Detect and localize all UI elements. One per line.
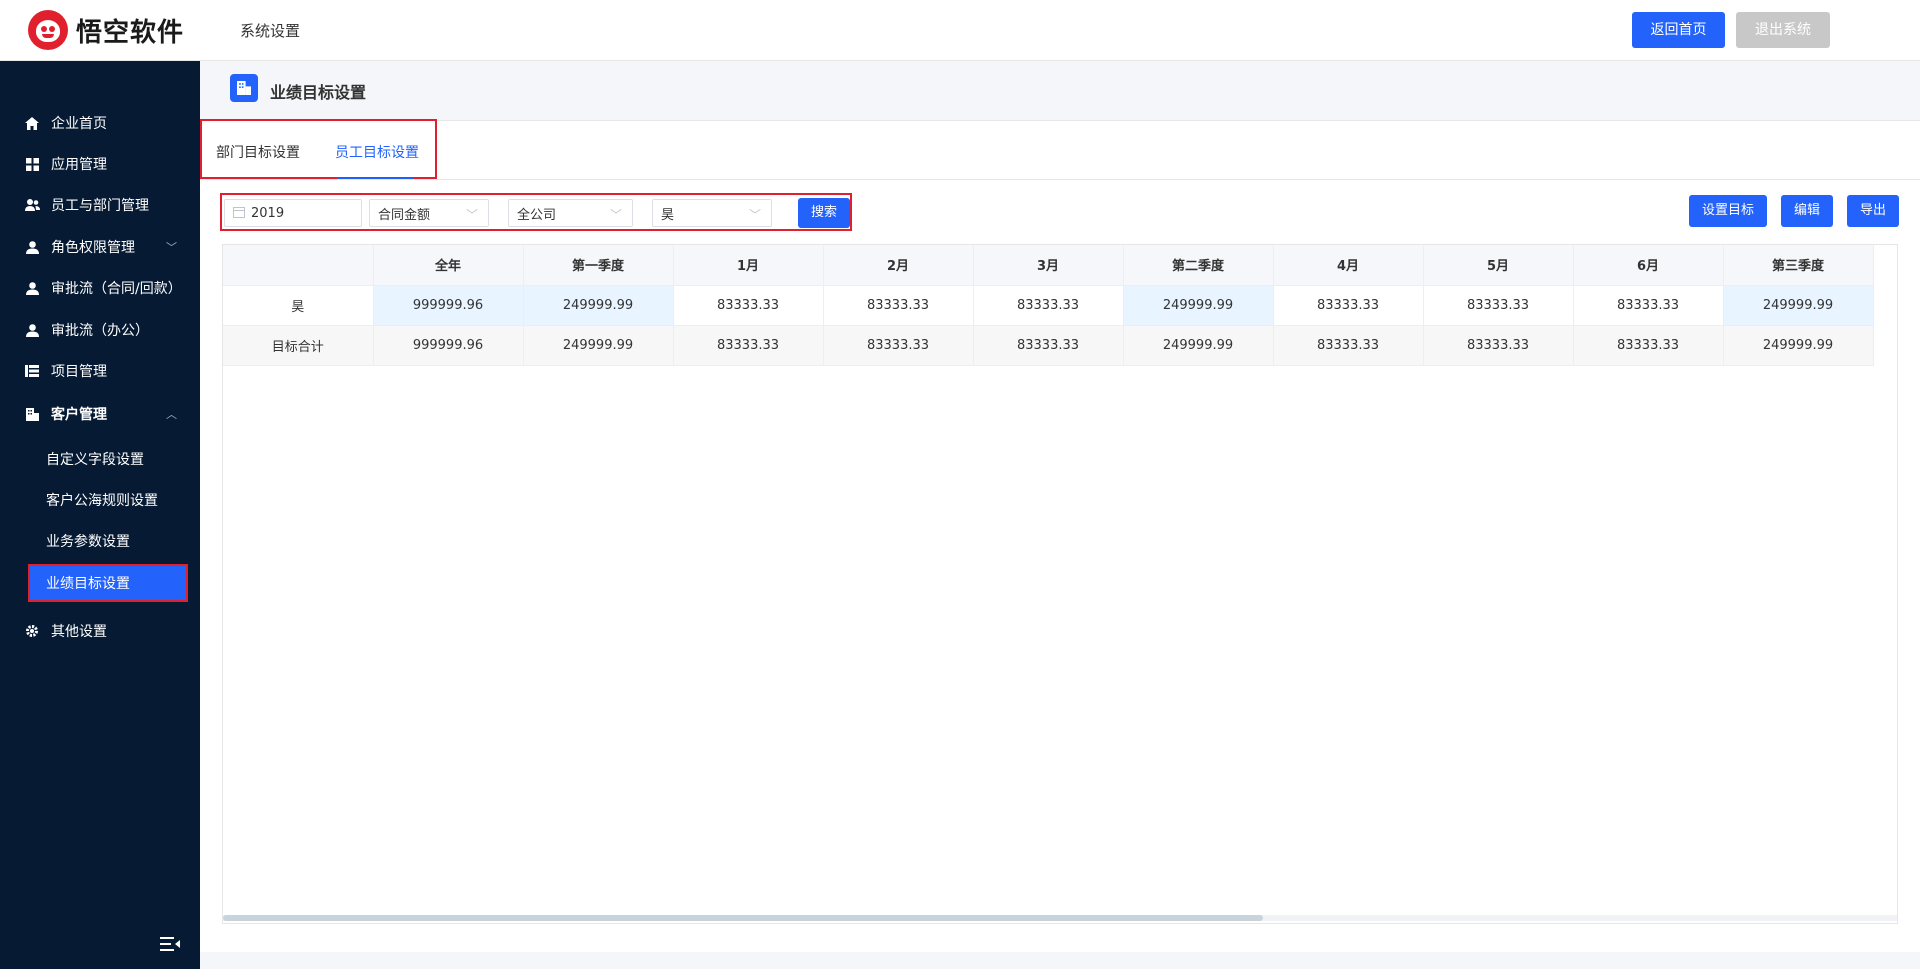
- main-panel: 部门目标设置 员工目标设置 2019 合同金额 ﹀ 全公司 ﹀ 昊 ﹀ 搜索 设…: [200, 119, 1920, 952]
- logo: 悟空软件: [28, 8, 184, 52]
- sidebar-item-employees[interactable]: 员工与部门管理: [0, 185, 200, 225]
- page-title: 业绩目标设置: [270, 83, 367, 102]
- scope-select[interactable]: 全公司 ﹀: [508, 199, 633, 227]
- row-name-cell: 昊: [223, 285, 374, 326]
- table-cell: 83333.33: [1423, 325, 1574, 366]
- filter-bar: 2019 合同金额 ﹀ 全公司 ﹀ 昊 ﹀ 搜索: [220, 193, 852, 231]
- table-cell[interactable]: 249999.99: [1123, 285, 1274, 326]
- table-cell: 83333.33: [673, 325, 824, 366]
- sidebar-item-approval-office[interactable]: 审批流（办公）: [0, 310, 200, 350]
- user-icon: [24, 280, 40, 296]
- table-cell: 249999.99: [1723, 325, 1874, 366]
- year-picker[interactable]: 2019: [224, 199, 362, 227]
- table-header-cell: 第二季度: [1123, 245, 1274, 286]
- sidebar-subitem-pool-rules[interactable]: 客户公海规则设置: [28, 481, 188, 519]
- table-header-cell: 5月: [1423, 245, 1574, 286]
- header-title: 系统设置: [240, 22, 301, 40]
- edit-button[interactable]: 编辑: [1781, 195, 1833, 227]
- chevron-down-icon: ﹀: [166, 241, 177, 254]
- goals-table: 全年 第一季度 1月 2月 3月 第二季度 4月 5月 6月 第三季度 昊 99…: [222, 244, 1898, 924]
- table-header-cell: 全年: [373, 245, 524, 286]
- tab-employee-goals[interactable]: 员工目标设置: [335, 142, 419, 162]
- table-header-cell: 1月: [673, 245, 824, 286]
- table-header-cell: 3月: [973, 245, 1124, 286]
- search-button[interactable]: 搜索: [798, 198, 850, 228]
- logo-monkey-icon: [28, 10, 68, 50]
- calendar-icon: [233, 206, 245, 222]
- tabs-divider: [200, 179, 1920, 180]
- employee-select[interactable]: 昊 ﹀: [652, 199, 772, 227]
- sidebar-item-projects[interactable]: 项目管理: [0, 351, 200, 391]
- table-cell[interactable]: 83333.33: [673, 285, 824, 326]
- table-cell: 83333.33: [1573, 325, 1724, 366]
- sidebar-item-other-settings[interactable]: 其他设置: [0, 611, 200, 651]
- table-header-cell: 6月: [1573, 245, 1724, 286]
- chevron-down-icon: ﹀: [748, 208, 761, 222]
- page-header: 业绩目标设置: [200, 61, 1920, 120]
- user-icon: [24, 322, 40, 338]
- row-name-cell: 目标合计: [223, 325, 374, 366]
- return-home-button[interactable]: 返回首页: [1632, 12, 1725, 48]
- chevron-down-icon: ﹀: [465, 208, 478, 222]
- home-icon: [24, 115, 40, 131]
- chevron-up-icon: ︿: [166, 408, 177, 421]
- users-icon: [24, 197, 40, 213]
- table-header-cell: 2月: [823, 245, 974, 286]
- table-header-cell: 第一季度: [523, 245, 674, 286]
- table-cell[interactable]: 249999.99: [523, 285, 674, 326]
- scrollbar-thumb[interactable]: [223, 915, 1263, 921]
- sidebar-item-approval-contract[interactable]: 审批流（合同/回款）: [0, 268, 200, 308]
- sidebar-subitem-custom-fields[interactable]: 自定义字段设置: [28, 440, 188, 478]
- chevron-down-icon: ﹀: [609, 208, 622, 222]
- table-header-cell: 4月: [1273, 245, 1424, 286]
- table-cell: 249999.99: [523, 325, 674, 366]
- table-cell: 249999.99: [1123, 325, 1274, 366]
- sidebar-item-roles[interactable]: 角色权限管理 ﹀: [0, 227, 200, 267]
- set-goal-button[interactable]: 设置目标: [1689, 195, 1767, 227]
- table-cell[interactable]: 83333.33: [823, 285, 974, 326]
- table-cell: 83333.33: [823, 325, 974, 366]
- sidebar-item-customers[interactable]: 客户管理 ︿: [0, 394, 200, 434]
- user-icon: [24, 239, 40, 255]
- table-cell[interactable]: 83333.33: [1573, 285, 1724, 326]
- logo-text: 悟空软件: [76, 17, 185, 48]
- sidebar-item-apps[interactable]: 应用管理: [0, 144, 200, 184]
- sidebar-subitem-performance-goals[interactable]: 业绩目标设置: [28, 564, 188, 602]
- table-header-row: 全年 第一季度 1月 2月 3月 第二季度 4月 5月 6月 第三季度: [223, 245, 1874, 286]
- table-cell[interactable]: 83333.33: [973, 285, 1124, 326]
- table-row[interactable]: 昊 999999.96 249999.99 83333.33 83333.33 …: [223, 285, 1874, 326]
- sidebar: 企业首页 应用管理 员工与部门管理 角色权限管理 ﹀ 审批流（合同/回款） 审批…: [0, 61, 200, 969]
- gear-icon: [24, 623, 40, 639]
- export-button[interactable]: 导出: [1847, 195, 1899, 227]
- table-cell[interactable]: 999999.96: [373, 285, 524, 326]
- table-cell: 83333.33: [973, 325, 1124, 366]
- metric-select[interactable]: 合同金额 ﹀: [369, 199, 489, 227]
- table-header-cell: [223, 245, 374, 286]
- table-cell: 999999.96: [373, 325, 524, 366]
- list-icon: [24, 363, 40, 379]
- table-cell[interactable]: 249999.99: [1723, 285, 1874, 326]
- tab-department-goals[interactable]: 部门目标设置: [216, 142, 300, 162]
- table-total-row: 目标合计 999999.96 249999.99 83333.33 83333.…: [223, 325, 1874, 366]
- top-header: 悟空软件 系统设置 返回首页 退出系统: [0, 0, 1920, 61]
- logout-button[interactable]: 退出系统: [1736, 12, 1830, 48]
- table-header-cell: 第三季度: [1723, 245, 1874, 286]
- collapse-menu-icon[interactable]: [160, 937, 180, 955]
- table-cell[interactable]: 83333.33: [1423, 285, 1574, 326]
- building-icon: [230, 74, 258, 102]
- sidebar-subitem-business-params[interactable]: 业务参数设置: [28, 522, 188, 560]
- grid-icon: [24, 156, 40, 172]
- table-cell[interactable]: 83333.33: [1273, 285, 1424, 326]
- table-cell: 83333.33: [1273, 325, 1424, 366]
- building-icon: [24, 406, 40, 422]
- sidebar-item-home[interactable]: 企业首页: [0, 103, 200, 143]
